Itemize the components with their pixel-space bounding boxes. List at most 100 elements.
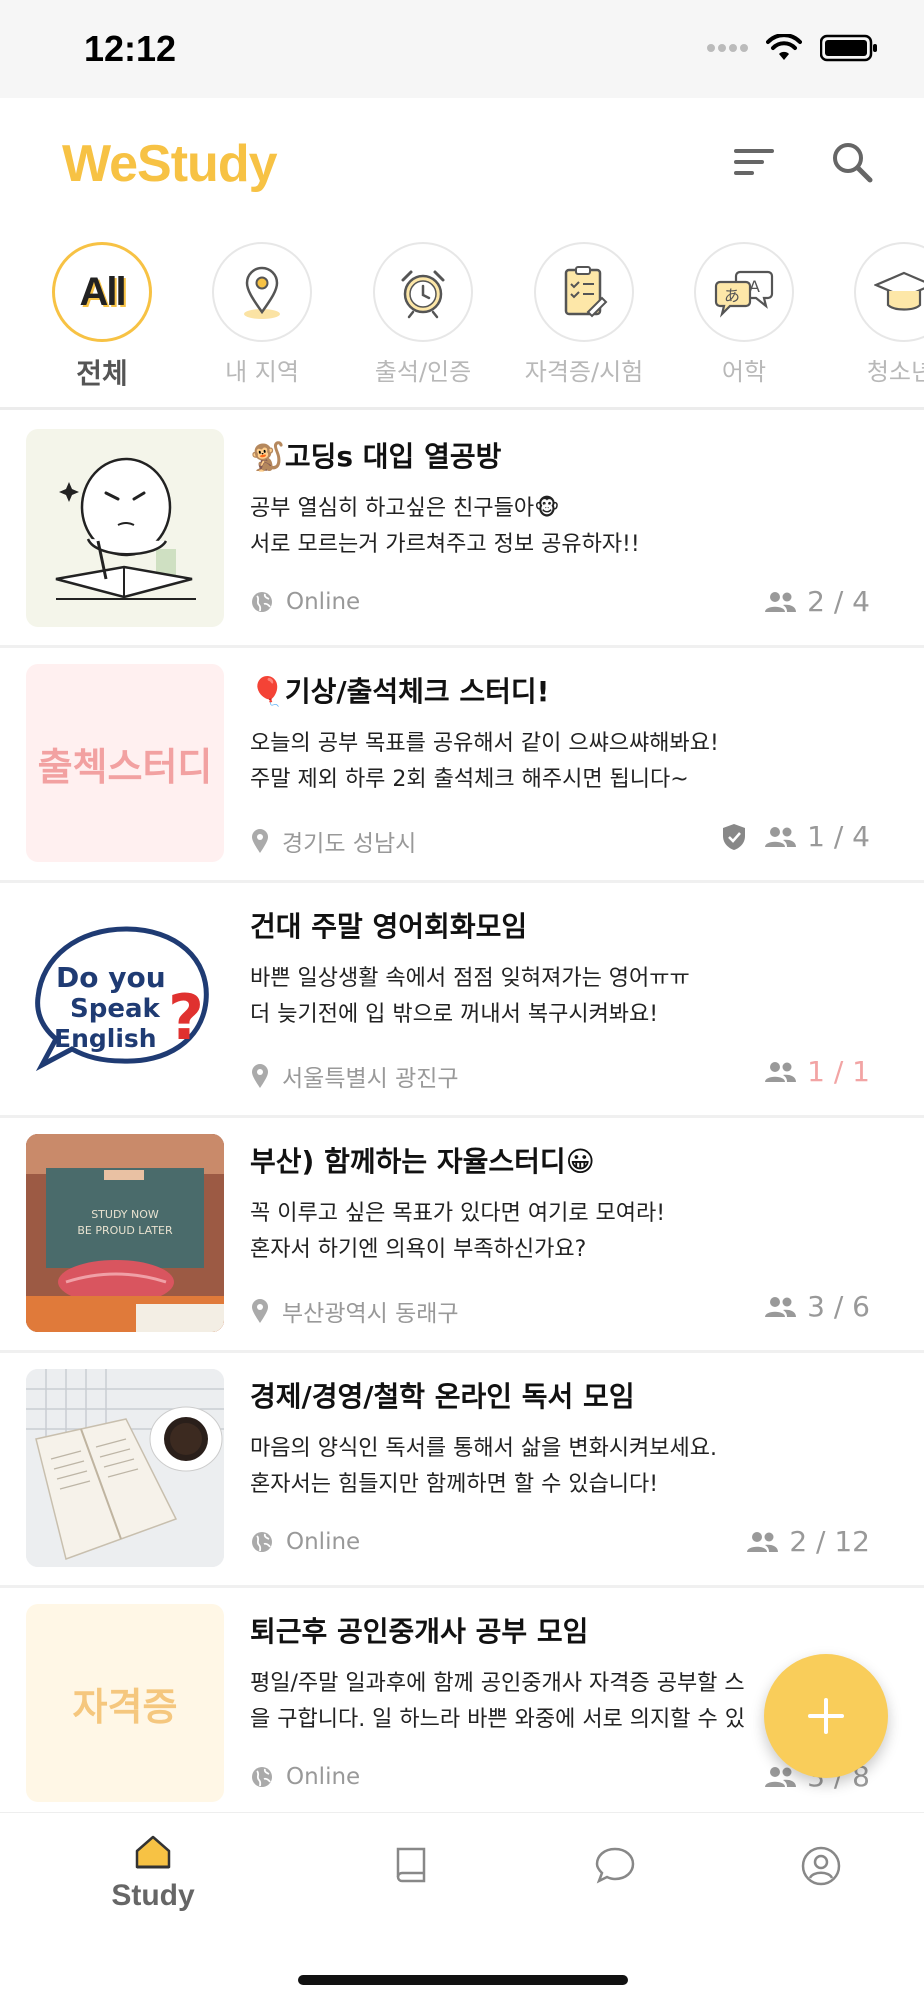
- filter-icon: [734, 149, 774, 175]
- category-language[interactable]: A あ 어학: [669, 242, 819, 387]
- study-card[interactable]: 🐒고딩s 대입 열공방 공부 열심히 하고싶은 친구들아🐵 서로 모르는거 가르…: [0, 413, 924, 645]
- studying-character-illustration: [55, 457, 196, 600]
- study-card[interactable]: 경제/경영/철학 온라인 독서 모임 마음의 양식인 독서를 통해서 삶을 변화…: [0, 1353, 924, 1585]
- add-study-button[interactable]: [764, 1654, 888, 1778]
- study-thumbnail: [26, 1369, 224, 1567]
- member-count: 3 / 6: [807, 1290, 870, 1323]
- category-label: 전체: [76, 357, 128, 390]
- member-count: 2 / 12: [789, 1525, 870, 1558]
- study-thumbnail: STUDY NOW BE PROUD LATER: [26, 1134, 224, 1332]
- location-text: 서울특별시 광진구: [282, 1066, 459, 1092]
- all-icon: All: [79, 269, 126, 314]
- speak-english-speech-bubble: Do you Speak English ?: [35, 926, 209, 1072]
- study-thumbnail: Do you Speak English ?: [26, 899, 224, 1097]
- study-thumbnail: 자격증: [26, 1604, 224, 1802]
- plus-icon: [808, 1698, 844, 1734]
- category-youth[interactable]: 청소년/: [829, 242, 924, 387]
- study-description: 마음의 양식인 독서를 통해서 삶을 변화시켜보세요. 혼자서는 힘들지만 함께…: [250, 1436, 718, 1497]
- tab-label: Study: [111, 1879, 195, 1912]
- people-icon: [765, 1061, 797, 1082]
- member-count: 1 / 1: [807, 1055, 870, 1088]
- study-title: 퇴근후 공인중개사 공부 모임: [250, 1615, 589, 1648]
- study-card[interactable]: 출첵스터디 🎈기상/출석체크 스터디! 오늘의 공부 목표를 공유해서 같이 으…: [0, 648, 924, 880]
- map-pin-icon: [252, 829, 268, 853]
- study-members: 2 / 12: [745, 1525, 870, 1558]
- book-icon: [396, 1847, 426, 1883]
- signal-icon: [707, 44, 748, 52]
- filter-button[interactable]: [726, 134, 782, 190]
- wifi-icon: [766, 34, 802, 60]
- chat-bubble-icon: [595, 1847, 635, 1884]
- thumbnail-text-2: Speak: [70, 994, 161, 1024]
- thumbnail-text-1: STUDY NOW: [91, 1208, 159, 1221]
- study-list: 🐒고딩s 대입 열공방 공부 열심히 하고싶은 친구들아🐵 서로 모르는거 가르…: [0, 413, 924, 1823]
- people-icon: [747, 1531, 779, 1552]
- location-text: Online: [286, 1529, 361, 1555]
- study-card[interactable]: STUDY NOW BE PROUD LATER 부산) 함께하는 자율스터디😀…: [0, 1118, 924, 1350]
- category-all[interactable]: All 전체: [27, 242, 177, 392]
- category-attendance[interactable]: 출석/인증: [348, 242, 498, 387]
- tab-study[interactable]: Study: [78, 1833, 228, 1913]
- tab-book[interactable]: [336, 1833, 486, 1889]
- member-count: 1 / 4: [807, 820, 870, 853]
- study-members: 1 / 4: [721, 820, 870, 853]
- location-text: 경기도 성남시: [282, 831, 417, 857]
- location-text: Online: [286, 1764, 361, 1790]
- map-pin-icon: [252, 1064, 268, 1088]
- people-icon: [765, 826, 797, 847]
- app-header: WeStudy: [0, 98, 924, 230]
- home-icon: [135, 1835, 171, 1869]
- study-description: 바쁜 일상생활 속에서 점점 잊혀져가는 영어ㅠㅠ 더 늦기전에 입 밖으로 꺼…: [250, 966, 690, 1027]
- verified-shield-icon: [723, 823, 746, 850]
- study-members: 1 / 1: [763, 1055, 870, 1088]
- bottom-tab-bar: Study: [0, 1812, 924, 2000]
- people-icon: [765, 591, 797, 612]
- tab-profile[interactable]: [746, 1833, 896, 1891]
- status-bar: 12:12: [0, 0, 924, 98]
- thumbnail-text-3: English: [54, 1024, 157, 1053]
- study-title: 🎈기상/출석체크 스터디!: [250, 675, 550, 708]
- study-location: 부산광역시 동래구: [250, 1294, 459, 1328]
- status-icons: [706, 34, 878, 62]
- location-text: 부산광역시 동래구: [282, 1301, 459, 1327]
- study-title: 🐒고딩s 대입 열공방: [250, 440, 502, 473]
- category-label: 출석/인증: [374, 358, 472, 386]
- home-indicator: [298, 1975, 628, 1985]
- study-location: Online: [250, 1764, 360, 1790]
- tab-chat[interactable]: [540, 1833, 690, 1889]
- profile-icon: [801, 1846, 841, 1886]
- study-desk-photo: STUDY NOW BE PROUD LATER: [26, 1134, 224, 1332]
- study-members: 2 / 4: [763, 585, 870, 618]
- category-label: 청소년/: [866, 358, 924, 386]
- globe-icon: [252, 1532, 272, 1552]
- open-book-coffee-photo: [26, 1369, 224, 1567]
- study-title: 건대 주말 영어회화모임: [250, 910, 528, 943]
- category-my-area[interactable]: 내 지역: [187, 242, 337, 387]
- alarm-clock-icon: [401, 270, 445, 319]
- search-icon: [833, 143, 873, 183]
- member-count: 2 / 4: [807, 585, 870, 618]
- map-pin-icon: [252, 1299, 268, 1323]
- category-label: 내 지역: [225, 358, 299, 386]
- location-text: Online: [286, 589, 361, 615]
- status-time: 12:12: [84, 28, 177, 69]
- location-pin-icon: [244, 266, 280, 319]
- document-checklist-icon: [564, 266, 608, 318]
- study-description: 오늘의 공부 목표를 공유해서 같이 으쌰으쌰해봐요! 주말 제외 하루 2회 …: [250, 731, 719, 792]
- speech-bubbles-language-icon: A あ: [714, 270, 774, 318]
- category-label: 자격증/시험: [524, 358, 644, 386]
- study-members: 3 / 6: [763, 1290, 870, 1323]
- thumbnail-text-2: BE PROUD LATER: [77, 1224, 173, 1237]
- search-button[interactable]: [824, 134, 880, 190]
- study-location: Online: [250, 1529, 360, 1555]
- thumbnail-text: 자격증: [72, 1684, 178, 1729]
- study-title: 부산) 함께하는 자율스터디😀: [250, 1145, 595, 1178]
- category-bar: All 전체 내 지역 출석/인증 자격증/시험 A あ 어학 청소: [0, 230, 924, 410]
- study-description: 꼭 이루고 싶은 목표가 있다면 여기로 모여라! 혼자서 하기엔 의욕이 부족…: [250, 1201, 666, 1262]
- study-location: 경기도 성남시: [250, 824, 416, 858]
- study-thumbnail: 출첵스터디: [26, 664, 224, 862]
- thumbnail-text-4: ?: [168, 981, 204, 1054]
- study-card[interactable]: Do you Speak English ? 건대 주말 영어회화모임 바쁜 일…: [0, 883, 924, 1115]
- people-icon: [765, 1766, 797, 1787]
- category-certificate[interactable]: 자격증/시험: [509, 242, 659, 387]
